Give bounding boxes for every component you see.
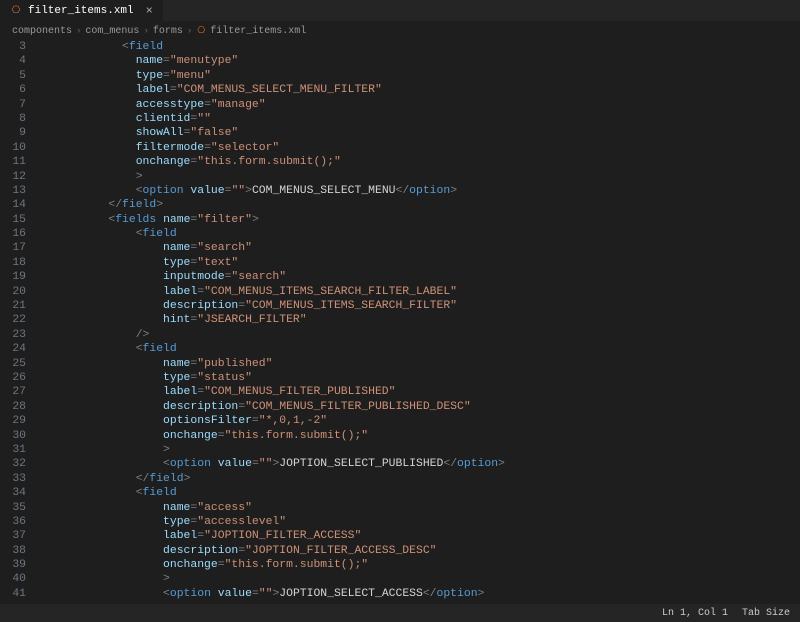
- code-line[interactable]: filtermode="selector": [40, 141, 800, 155]
- code-line[interactable]: <option value="">COM_MENUS_SELECT_MENU</…: [40, 184, 800, 198]
- line-number: 5: [0, 69, 26, 83]
- line-number: 6: [0, 83, 26, 97]
- breadcrumb-segment[interactable]: filter_items.xml: [210, 26, 306, 37]
- chevron-right-icon: ›: [76, 26, 81, 36]
- line-number: 3: [0, 40, 26, 54]
- code-line[interactable]: </field>: [40, 198, 800, 212]
- chevron-right-icon: ›: [143, 26, 148, 36]
- code-line[interactable]: description="JOPTION_FILTER_ACCESS_DESC": [40, 544, 800, 558]
- code-line[interactable]: label="JOPTION_FILTER_ACCESS": [40, 529, 800, 543]
- status-bar: Ln 1, Col 1 Tab Size: [0, 604, 800, 622]
- line-number: 21: [0, 299, 26, 313]
- tab-bar: ⎔ filter_items.xml ×: [0, 0, 800, 22]
- code-line[interactable]: />: [40, 328, 800, 342]
- code-line[interactable]: type="menu": [40, 69, 800, 83]
- code-line[interactable]: name="search": [40, 241, 800, 255]
- line-number: 13: [0, 184, 26, 198]
- line-number: 29: [0, 414, 26, 428]
- code-line[interactable]: >: [40, 170, 800, 184]
- chevron-right-icon: ›: [187, 26, 192, 36]
- line-number: 24: [0, 342, 26, 356]
- code-line[interactable]: type="text": [40, 256, 800, 270]
- line-number: 39: [0, 558, 26, 572]
- line-number: 32: [0, 457, 26, 471]
- code-line[interactable]: <option value="">JOPTION_SELECT_ACCESS</…: [40, 587, 800, 601]
- code-line[interactable]: onchange="this.form.submit();": [40, 429, 800, 443]
- close-icon[interactable]: ×: [146, 4, 153, 18]
- line-number: 17: [0, 241, 26, 255]
- line-number: 41: [0, 587, 26, 601]
- code-line[interactable]: optionsFilter="*,0,1,-2": [40, 414, 800, 428]
- code-line[interactable]: </field>: [40, 472, 800, 486]
- line-number: 10: [0, 141, 26, 155]
- code-content[interactable]: <field name="menutype" type="menu" label…: [40, 40, 800, 604]
- tab-filename: filter_items.xml: [28, 5, 134, 17]
- code-line[interactable]: hint="JSEARCH_FILTER": [40, 313, 800, 327]
- line-number: 31: [0, 443, 26, 457]
- line-number: 7: [0, 98, 26, 112]
- code-line[interactable]: name="published": [40, 357, 800, 371]
- code-line[interactable]: onchange="this.form.submit();": [40, 558, 800, 572]
- code-line[interactable]: showAll="false": [40, 126, 800, 140]
- code-line[interactable]: type="status": [40, 371, 800, 385]
- line-number-gutter: 3456789101112131415161718192021222324252…: [0, 40, 40, 604]
- breadcrumb-segment[interactable]: forms: [153, 26, 183, 37]
- code-line[interactable]: accesstype="manage": [40, 98, 800, 112]
- line-number: 14: [0, 198, 26, 212]
- code-line[interactable]: <field: [40, 227, 800, 241]
- line-number: 16: [0, 227, 26, 241]
- breadcrumb-segment[interactable]: com_menus: [85, 26, 139, 37]
- code-line[interactable]: <field: [40, 342, 800, 356]
- code-line[interactable]: <option value="">JOPTION_SELECT_PUBLISHE…: [40, 457, 800, 471]
- code-line[interactable]: >: [40, 572, 800, 586]
- line-number: 25: [0, 357, 26, 371]
- breadcrumb-segment[interactable]: components: [12, 26, 72, 37]
- code-line[interactable]: label="COM_MENUS_ITEMS_SEARCH_FILTER_LAB…: [40, 285, 800, 299]
- code-line[interactable]: >: [40, 443, 800, 457]
- line-number: 30: [0, 429, 26, 443]
- code-line[interactable]: onchange="this.form.submit();": [40, 155, 800, 169]
- line-number: 27: [0, 385, 26, 399]
- line-number: 38: [0, 544, 26, 558]
- code-line[interactable]: <fields name="filter">: [40, 213, 800, 227]
- code-line[interactable]: description="COM_MENUS_ITEMS_SEARCH_FILT…: [40, 299, 800, 313]
- cursor-position[interactable]: Ln 1, Col 1: [662, 608, 728, 619]
- line-number: 37: [0, 529, 26, 543]
- line-number: 36: [0, 515, 26, 529]
- code-line[interactable]: type="accesslevel": [40, 515, 800, 529]
- line-number: 19: [0, 270, 26, 284]
- line-number: 12: [0, 170, 26, 184]
- line-number: 22: [0, 313, 26, 327]
- file-xml-icon: ⎔: [196, 26, 206, 36]
- line-number: 20: [0, 285, 26, 299]
- code-line[interactable]: <field: [40, 40, 800, 54]
- tab-size-indicator[interactable]: Tab Size: [742, 608, 790, 619]
- line-number: 35: [0, 501, 26, 515]
- line-number: 26: [0, 371, 26, 385]
- line-number: 11: [0, 155, 26, 169]
- line-number: 23: [0, 328, 26, 342]
- line-number: 9: [0, 126, 26, 140]
- code-line[interactable]: label="COM_MENUS_FILTER_PUBLISHED": [40, 385, 800, 399]
- code-line[interactable]: label="COM_MENUS_SELECT_MENU_FILTER": [40, 83, 800, 97]
- file-xml-icon: ⎔: [10, 5, 22, 17]
- line-number: 40: [0, 572, 26, 586]
- line-number: 8: [0, 112, 26, 126]
- line-number: 15: [0, 213, 26, 227]
- line-number: 33: [0, 472, 26, 486]
- line-number: 18: [0, 256, 26, 270]
- line-number: 28: [0, 400, 26, 414]
- code-editor[interactable]: 3456789101112131415161718192021222324252…: [0, 40, 800, 604]
- code-line[interactable]: inputmode="search": [40, 270, 800, 284]
- line-number: 4: [0, 54, 26, 68]
- breadcrumb: components › com_menus › forms › ⎔ filte…: [0, 22, 800, 40]
- code-line[interactable]: clientid="": [40, 112, 800, 126]
- code-line[interactable]: name="access": [40, 501, 800, 515]
- code-line[interactable]: name="menutype": [40, 54, 800, 68]
- code-line[interactable]: <field: [40, 486, 800, 500]
- editor-tab-active[interactable]: ⎔ filter_items.xml ×: [0, 0, 164, 21]
- code-line[interactable]: description="COM_MENUS_FILTER_PUBLISHED_…: [40, 400, 800, 414]
- line-number: 34: [0, 486, 26, 500]
